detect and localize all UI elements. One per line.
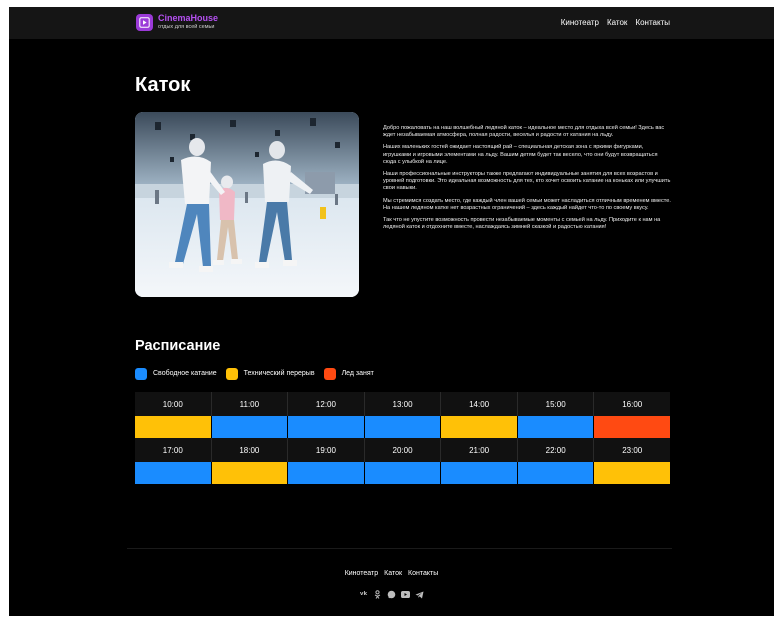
social-links: vk	[9, 590, 774, 599]
schedule-grid: 10:00 11:00 12:00 13:00 14:00 15:00 16:00 17:00…	[135, 392, 671, 484]
schedule-legend: Свободное катание Технический перерыв Ле…	[135, 368, 383, 380]
intro-paragraph: Наши профессиональные инструкторы также …	[383, 171, 671, 192]
legend-item-free: Свободное катание	[135, 368, 217, 380]
schedule-slot-break[interactable]	[440, 416, 517, 438]
schedule-slot-free[interactable]	[363, 416, 441, 438]
schedule-status-row	[135, 462, 671, 484]
schedule-time-cell: 11:00	[210, 392, 288, 416]
schedule-time-cell: 13:00	[363, 392, 441, 416]
schedule-slot-free[interactable]	[516, 462, 594, 484]
footer-divider	[127, 548, 672, 549]
schedule-time-cell: 19:00	[287, 438, 364, 462]
schedule-time-cell: 15:00	[516, 392, 594, 416]
schedule-slot-free[interactable]	[287, 416, 364, 438]
footer-nav: Кинотеатр Каток Контакты	[9, 569, 774, 578]
footer-link-cinema[interactable]: Кинотеатр	[345, 569, 378, 578]
schedule-time-cell: 18:00	[210, 438, 288, 462]
site-header: CinemaHouse отдых для всей семьи Кинотеа…	[9, 7, 774, 39]
intro-paragraph: Так что не упустите возможность провести…	[383, 217, 661, 231]
schedule-slot-busy[interactable]	[593, 416, 671, 438]
page-title: Каток	[135, 74, 191, 96]
schedule-time-cell: 17:00	[135, 438, 211, 462]
legend-item-busy: Лед занят	[323, 368, 374, 380]
brand-name[interactable]: CinemaHouse	[158, 13, 218, 23]
odnoklassniki-icon[interactable]	[373, 590, 382, 599]
schedule-slot-free[interactable]	[516, 416, 594, 438]
vk-icon[interactable]: vk	[359, 590, 368, 599]
schedule-time-row: 10:00 11:00 12:00 13:00 14:00 15:00 16:00	[135, 392, 671, 416]
schedule-slot-free[interactable]	[440, 462, 517, 484]
intro-paragraph: Мы стремимся создать место, где каждый ч…	[383, 197, 671, 211]
intro-paragraph: Наших маленьких гостей ожидает настоящий…	[383, 144, 658, 165]
legend-item-break: Технический перерыв	[225, 368, 315, 380]
schedule-time-cell: 12:00	[287, 392, 364, 416]
schedule-time-row: 17:00 18:00 19:00 20:00 21:00 22:00 23:00	[135, 438, 671, 462]
intro-text: Добро пожаловать на наш волшебный ледяно…	[383, 125, 671, 236]
schedule-time-cell: 14:00	[440, 392, 517, 416]
schedule-slot-free[interactable]	[135, 462, 211, 484]
telegram-icon[interactable]	[415, 590, 424, 599]
logo-icon[interactable]	[136, 14, 153, 31]
legend-label: Лед занят	[341, 370, 374, 377]
footer-link-rink[interactable]: Каток	[384, 569, 402, 578]
intro-paragraph: Добро пожаловать на наш волшебный ледяно…	[383, 125, 665, 139]
schedule-time-cell: 22:00	[516, 438, 594, 462]
legend-swatch-free	[135, 368, 147, 380]
schedule-title: Расписание	[135, 338, 221, 354]
whatsapp-icon[interactable]	[387, 590, 396, 599]
schedule-slot-break[interactable]	[210, 462, 288, 484]
schedule-slot-free[interactable]	[363, 462, 441, 484]
nav-link-cinema[interactable]: Кинотеатр	[561, 18, 599, 28]
schedule-time-cell: 21:00	[440, 438, 517, 462]
schedule-slot-break[interactable]	[593, 462, 671, 484]
skating-family-photo	[135, 112, 359, 297]
schedule-status-row	[135, 416, 671, 438]
legend-swatch-break	[225, 368, 238, 380]
schedule-time-cell: 16:00	[593, 392, 671, 416]
top-nav: Кинотеатр Каток Контакты	[561, 18, 670, 28]
youtube-icon[interactable]	[401, 590, 410, 599]
schedule-slot-free[interactable]	[210, 416, 288, 438]
schedule-time-cell: 23:00	[593, 438, 671, 462]
legend-label: Свободное катание	[153, 370, 217, 377]
nav-link-contacts[interactable]: Контакты	[635, 18, 670, 28]
page: CinemaHouse отдых для всей семьи Кинотеа…	[9, 7, 774, 616]
schedule-time-cell: 10:00	[135, 392, 211, 416]
legend-swatch-busy	[323, 368, 336, 380]
nav-link-rink[interactable]: Каток	[607, 18, 627, 28]
schedule-slot-break[interactable]	[135, 416, 211, 438]
brand-tagline: отдых для всей семьи	[158, 24, 215, 30]
legend-label: Технический перерыв	[243, 370, 315, 377]
schedule-slot-free[interactable]	[287, 462, 364, 484]
footer-link-contacts[interactable]: Контакты	[408, 569, 438, 578]
schedule-time-cell: 20:00	[363, 438, 441, 462]
